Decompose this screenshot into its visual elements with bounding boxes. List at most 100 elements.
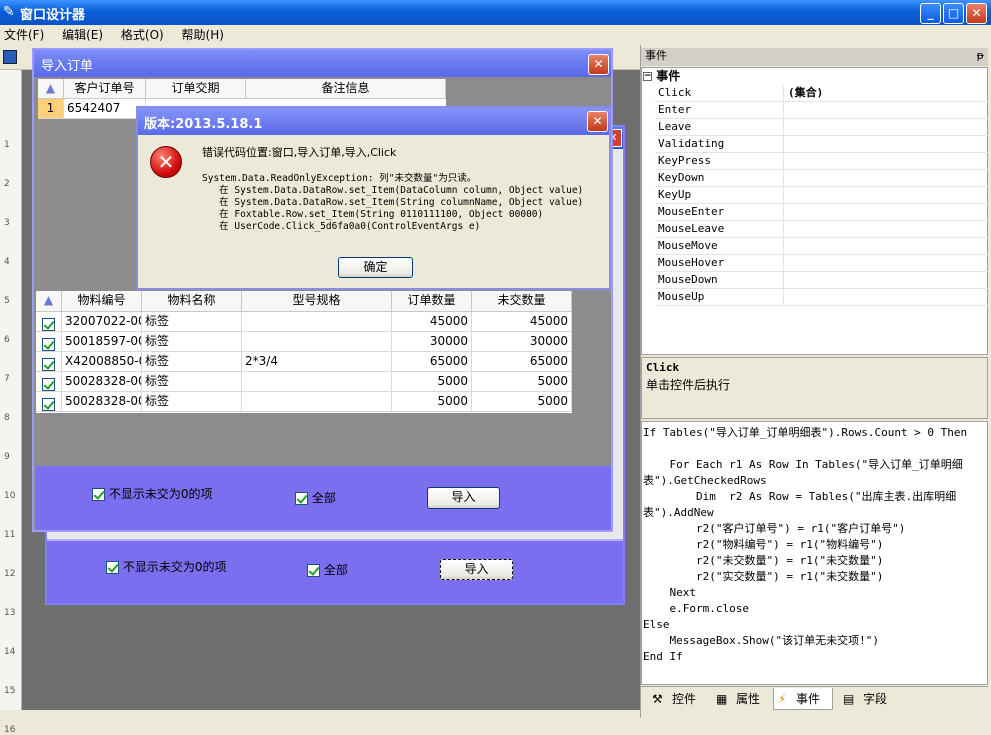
event-value[interactable] — [783, 187, 988, 203]
error-dialog: 版本:2013.5.18.1 ✕ ✕ 错误代码位置:窗口,导入订单,导入,Cli… — [136, 106, 611, 290]
code-text[interactable]: If Tables("导入订单_订单明细表").Rows.Count > 0 T… — [643, 425, 988, 665]
event-value[interactable] — [783, 153, 988, 169]
event-row-keydown[interactable]: KeyDown — [655, 170, 988, 187]
collapse-icon[interactable]: − — [643, 72, 652, 81]
event-desc-text: 单击控件后执行 — [646, 378, 731, 392]
hide-zero-checkbox[interactable]: 不显示未交为0的项 — [92, 485, 212, 502]
detail-grid-header-name[interactable]: 物料名称 — [142, 291, 242, 312]
event-row-keyup[interactable]: KeyUp — [655, 187, 988, 204]
detail-cell-spec[interactable]: 2*3/4 — [242, 352, 392, 372]
event-value[interactable]: (集合) — [783, 85, 988, 101]
detail-grid-header-open[interactable]: 未交数量 — [472, 291, 572, 312]
import-button[interactable]: 导入 — [427, 487, 500, 509]
save-icon[interactable] — [3, 50, 17, 64]
detail-cell-qty[interactable]: 5000 — [392, 372, 472, 392]
detail-cell-qty[interactable]: 5000 — [392, 392, 472, 412]
detail-row-checkbox[interactable] — [36, 332, 62, 352]
ruler-mark: 3 — [4, 218, 10, 228]
app-title-bar[interactable]: ✎ 窗口设计器 _ □ ✕ — [0, 0, 991, 25]
ok-button[interactable]: 确定 — [338, 257, 413, 278]
detail-cell-code[interactable]: 32007022-00 — [62, 312, 142, 332]
event-row-mousemove[interactable]: MouseMove — [655, 238, 988, 255]
design-all-checkbox[interactable]: 全部 — [307, 561, 348, 578]
order-grid-header-due[interactable]: 订单交期 — [146, 79, 246, 99]
code-line: e.Form.close — [643, 602, 749, 615]
event-row-mouseup[interactable]: MouseUp — [655, 289, 988, 306]
detail-cell-name[interactable]: 标签 — [142, 372, 242, 392]
menu-file[interactable]: 文件(F) — [4, 28, 44, 42]
detail-cell-code[interactable]: 50028328-00 — [62, 392, 142, 412]
all-checkbox[interactable]: 全部 — [295, 489, 336, 506]
event-value[interactable] — [783, 204, 988, 220]
detail-grid-header-qty[interactable]: 订单数量 — [392, 291, 472, 312]
import-window-close-button[interactable]: ✕ — [588, 54, 609, 75]
detail-row-checkbox[interactable] — [36, 372, 62, 392]
event-row-leave[interactable]: Leave — [655, 119, 988, 136]
detail-cell-open[interactable]: 45000 — [472, 312, 572, 332]
close-button[interactable]: ✕ — [966, 3, 987, 24]
event-value[interactable] — [783, 119, 988, 135]
event-row-mouseleave[interactable]: MouseLeave — [655, 221, 988, 238]
design-import-button[interactable]: 导入 — [440, 559, 513, 580]
tab-properties[interactable]: ▦ 属性 — [714, 688, 760, 710]
event-row-enter[interactable]: Enter — [655, 102, 988, 119]
maximize-button[interactable]: □ — [943, 3, 964, 24]
error-dialog-close-button[interactable]: ✕ — [587, 111, 608, 132]
detail-cell-spec[interactable] — [242, 312, 392, 332]
detail-cell-qty[interactable]: 45000 — [392, 312, 472, 332]
event-value[interactable] — [783, 289, 988, 305]
pin-icon[interactable]: ᵽ — [977, 48, 984, 64]
detail-cell-code[interactable]: 50018597-00 — [62, 332, 142, 352]
order-grid-header-order-no[interactable]: 客户订单号 — [64, 79, 146, 99]
event-row-click[interactable]: Click (集合) — [655, 85, 988, 102]
all-check-icon — [295, 492, 308, 505]
detail-cell-name[interactable]: 标签 — [142, 332, 242, 352]
event-value[interactable] — [783, 102, 988, 118]
menu-edit[interactable]: 编辑(E) — [62, 28, 103, 42]
event-row-keypress[interactable]: KeyPress — [655, 153, 988, 170]
detail-cell-qty[interactable]: 30000 — [392, 332, 472, 352]
menu-format[interactable]: 格式(O) — [121, 28, 164, 42]
event-row-mousehover[interactable]: MouseHover — [655, 255, 988, 272]
detail-cell-spec[interactable] — [242, 372, 392, 392]
order-grid-header-notes[interactable]: 备注信息 — [246, 79, 446, 99]
tab-fields[interactable]: ▤ 字段 — [841, 688, 887, 710]
detail-cell-name[interactable]: 标签 — [142, 392, 242, 412]
detail-cell-code[interactable]: X42008850-0 — [62, 352, 142, 372]
event-value[interactable] — [783, 238, 988, 254]
detail-cell-code[interactable]: 50028328-00 — [62, 372, 142, 392]
detail-grid-header-spec[interactable]: 型号规格 — [242, 291, 392, 312]
event-value[interactable] — [783, 255, 988, 271]
event-value[interactable] — [783, 170, 988, 186]
detail-cell-name[interactable]: 标签 — [142, 352, 242, 372]
menu-help[interactable]: 帮助(H) — [182, 28, 224, 42]
event-row-validating[interactable]: Validating — [655, 136, 988, 153]
order-grid-cell-order-no[interactable]: 6542407 — [64, 99, 146, 119]
detail-row-checkbox[interactable] — [36, 312, 62, 332]
event-value[interactable] — [783, 221, 988, 237]
event-category[interactable]: − 事件 — [643, 68, 988, 85]
detail-cell-qty[interactable]: 65000 — [392, 352, 472, 372]
error-dialog-titlebar[interactable]: 版本:2013.5.18.1 ✕ — [138, 108, 609, 135]
event-value[interactable] — [783, 272, 988, 288]
detail-cell-spec[interactable] — [242, 332, 392, 352]
detail-cell-open[interactable]: 65000 — [472, 352, 572, 372]
detail-cell-open[interactable]: 5000 — [472, 392, 572, 412]
detail-cell-open[interactable]: 5000 — [472, 372, 572, 392]
minimize-button[interactable]: _ — [920, 3, 941, 24]
code-line: r2("物料编号") = r1("物料编号") — [643, 538, 884, 551]
design-hide-zero-checkbox[interactable]: 不显示未交为0的项 — [106, 558, 226, 575]
detail-cell-spec[interactable] — [242, 392, 392, 412]
detail-grid-header-code[interactable]: 物料编号 — [62, 291, 142, 312]
tab-events[interactable]: ⚡ 事件 — [773, 688, 833, 710]
detail-cell-name[interactable]: 标签 — [142, 312, 242, 332]
import-window-titlebar[interactable]: 导入订单 ✕ — [34, 50, 611, 77]
tab-controls[interactable]: ⚒ 控件 — [650, 688, 696, 710]
detail-row-checkbox[interactable] — [36, 352, 62, 372]
event-row-mouseenter[interactable]: MouseEnter — [655, 204, 988, 221]
detail-row-checkbox[interactable] — [36, 392, 62, 412]
event-value[interactable] — [783, 136, 988, 152]
detail-cell-open[interactable]: 30000 — [472, 332, 572, 352]
event-row-mousedown[interactable]: MouseDown — [655, 272, 988, 289]
